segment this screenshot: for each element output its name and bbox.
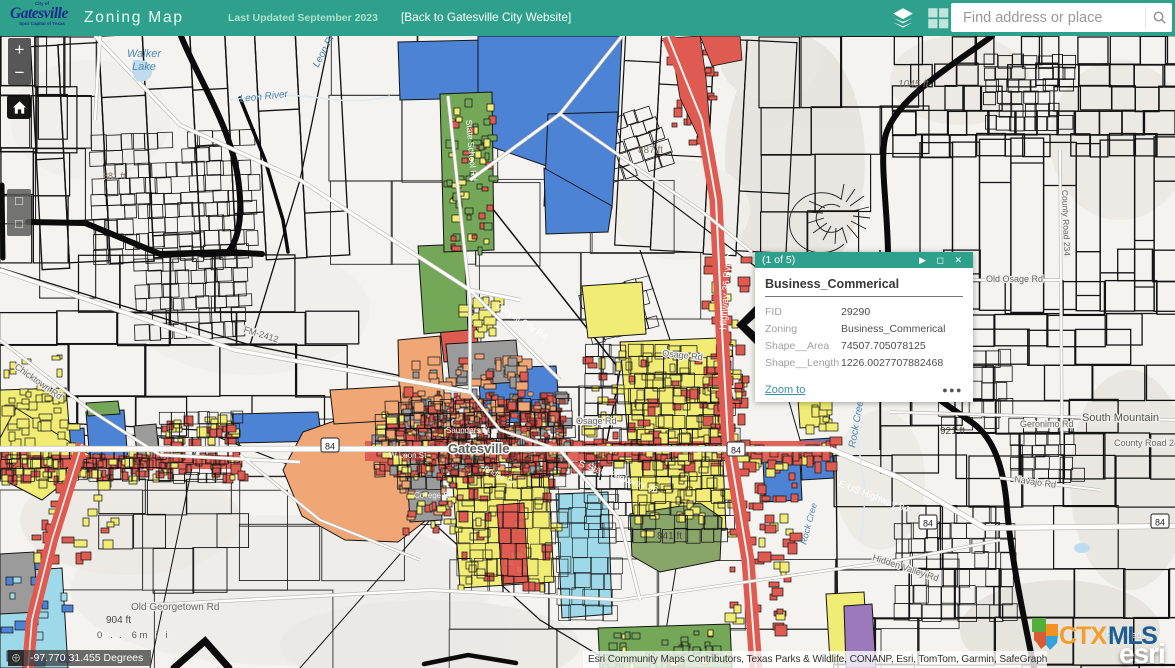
svg-text:CTX: CTX: [1059, 622, 1107, 650]
svg-text:904 ft: 904 ft: [106, 615, 131, 626]
svg-text:South Mountain: South Mountain: [1082, 412, 1159, 424]
svg-text:921 ft: 921 ft: [940, 426, 965, 437]
svg-text:Old Georgetown Rd: Old Georgetown Rd: [131, 602, 219, 613]
svg-text:84: 84: [1155, 518, 1165, 528]
svg-text:Lake: Lake: [132, 61, 156, 73]
svg-text:Osage Rd: Osage Rd: [576, 416, 617, 426]
svg-text:Gatesville: Gatesville: [448, 441, 509, 456]
svg-text:MLS: MLS: [1108, 622, 1157, 650]
svg-text:Geronimo Rd: Geronimo Rd: [1020, 419, 1074, 429]
svg-text:Saunders St: Saunders St: [446, 426, 491, 435]
svg-text:881 ft: 881 ft: [103, 171, 126, 181]
svg-text:W Leon St: W Leon St: [389, 451, 427, 460]
svg-text:84: 84: [325, 442, 335, 452]
svg-text:College St: College St: [414, 491, 452, 500]
svg-text:County Road 24: County Road 24: [1114, 438, 1175, 448]
svg-text:841 ft: 841 ft: [657, 531, 682, 542]
svg-text:887 ft: 887 ft: [638, 145, 663, 156]
svg-text:84: 84: [923, 519, 933, 529]
svg-text:84: 84: [731, 446, 741, 456]
svg-text:Walker: Walker: [127, 48, 162, 60]
svg-text:1045 ft: 1045 ft: [898, 79, 930, 90]
svg-text:Old Osage Rd: Old Osage Rd: [986, 274, 1043, 284]
